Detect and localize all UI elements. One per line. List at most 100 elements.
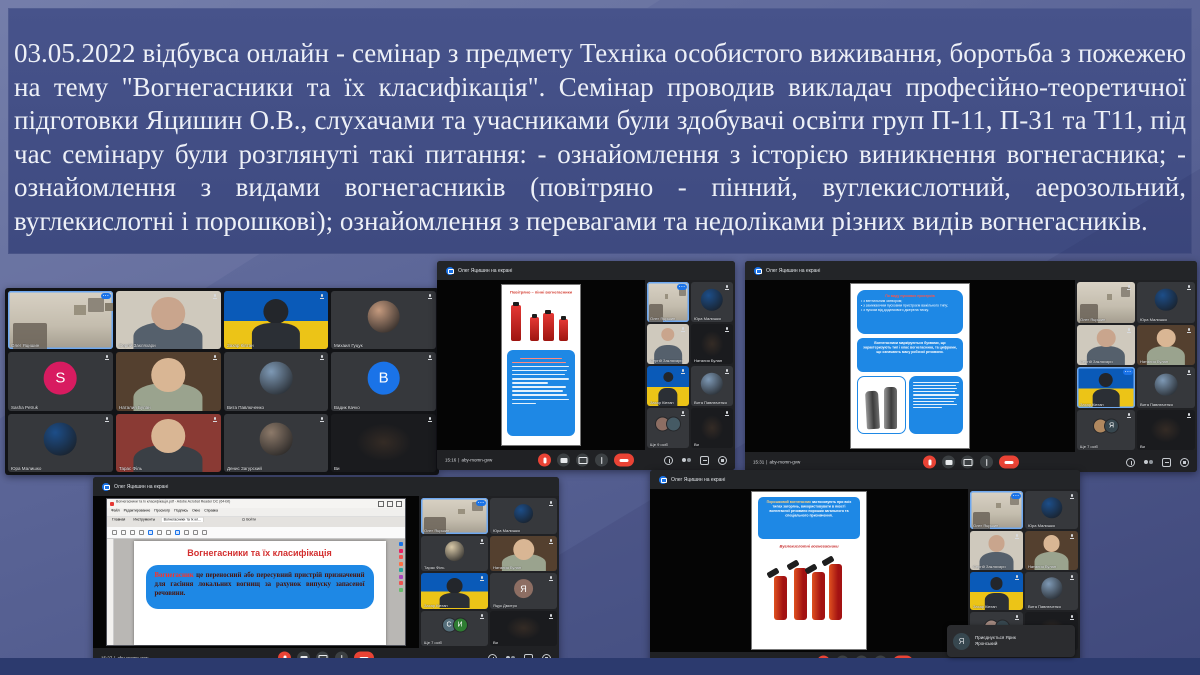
participant-tile[interactable]: Олег Яцишин — [647, 282, 689, 322]
participant-tile[interactable]: Сергій Закляхари — [116, 291, 221, 349]
participant-tile[interactable]: Ви — [331, 414, 436, 472]
menu-view[interactable]: Просмотр — [154, 509, 170, 513]
participant-tile[interactable]: Юра Малишко — [490, 498, 557, 534]
slide-callout-box — [909, 376, 963, 434]
participant-name: Ви — [694, 443, 699, 448]
participant-tile[interactable]: Вита Павлюченко — [1025, 572, 1078, 610]
participant-tile[interactable]: Наталия Булан — [1137, 325, 1195, 366]
participant-tile[interactable]: Ще 9 осіб — [647, 408, 689, 448]
more-options-button[interactable] — [595, 454, 608, 467]
participant-tile[interactable]: Денис Загурский — [224, 414, 329, 472]
mic-muted-icon — [1127, 285, 1131, 290]
acrobat-side-strip[interactable] — [107, 539, 114, 645]
tab-home[interactable]: Главная — [110, 517, 127, 522]
participant-tile[interactable]: Наталия Булан — [490, 536, 557, 572]
participant-tile[interactable]: Олег Яцишин — [970, 491, 1023, 529]
participant-tile[interactable]: Ви — [691, 408, 733, 448]
tab-tools[interactable]: Инструменты — [131, 517, 157, 522]
participant-tile[interactable]: Михаил Гуцук — [331, 291, 436, 349]
participant-name: Юра Малишко — [1140, 317, 1167, 322]
participant-tile[interactable]: Ви — [1137, 410, 1195, 451]
participant-tile[interactable]: BВадик Качко — [331, 352, 436, 410]
screenshare-icon — [659, 476, 667, 484]
participant-name: Сергій Закляхари — [119, 343, 156, 348]
participant-tile[interactable]: Вита Павлюченко — [691, 366, 733, 406]
participant-tile[interactable]: CИЩе 7 осіб — [421, 611, 488, 647]
meet-panel-buttons — [1117, 458, 1189, 467]
participant-tile[interactable]: SSasha Petruk — [8, 352, 113, 410]
participant-tile[interactable]: Юра Малишко — [8, 414, 113, 472]
tab-document[interactable]: Вогнегасники та їх кл... — [161, 517, 203, 522]
participant-tile[interactable]: Юра Малишко — [1025, 491, 1078, 529]
participant-tile[interactable]: Вита Павлюченко — [1137, 367, 1195, 408]
participant-name: Sasha Petruk — [11, 405, 38, 410]
acrobat-tool-panel[interactable] — [399, 542, 403, 592]
menu-sign[interactable]: Подпись — [174, 509, 188, 513]
present-button[interactable] — [961, 456, 974, 469]
mic-button[interactable] — [538, 454, 551, 467]
mic-muted-icon — [320, 294, 324, 299]
mic-muted-icon — [428, 417, 432, 422]
participants-sidebar: Олег Яцишин Юра Малишко Сергій ЗакляхариНа… — [1075, 280, 1197, 452]
participant-tile[interactable]: Сергій Закляхари — [647, 324, 689, 364]
participant-tile[interactable]: Сергій Закляхари — [970, 531, 1023, 569]
menu-file[interactable]: Файл — [111, 509, 120, 513]
participant-name: Олег Яцишин — [11, 343, 39, 348]
participants-grid: Олег Яцишин Сергій Закляхари Захар Ківтан М… — [5, 288, 439, 475]
window-controls[interactable] — [378, 501, 402, 507]
slide-text-box — [507, 350, 575, 436]
participant-tile[interactable]: Наталия Булан — [691, 324, 733, 364]
participant-tile[interactable]: Тарас Філь — [421, 536, 488, 572]
participant-name: Тарас Філь — [119, 466, 142, 471]
participant-name: Ще 7 осіб — [424, 641, 442, 646]
mic-muted-icon — [1070, 494, 1074, 499]
participant-tile[interactable]: Наталия Булан — [1025, 531, 1078, 569]
mic-muted-icon — [681, 327, 685, 332]
mic-muted-icon — [213, 417, 217, 422]
meeting-details-button[interactable] — [664, 456, 673, 465]
people-button[interactable] — [1144, 458, 1153, 467]
participant-tile[interactable]: ЯЩе 7 осіб — [1077, 410, 1135, 451]
meeting-details-button[interactable] — [1126, 458, 1135, 467]
participant-tile[interactable]: Захар Ківтан — [647, 366, 689, 406]
sign-in-button[interactable]: Войти — [242, 518, 256, 522]
participant-name: Захар Ківтан — [424, 603, 448, 608]
participant-tile[interactable]: Олег Яцишин — [421, 498, 488, 534]
menu-help[interactable]: Справка — [204, 509, 218, 513]
participant-tile[interactable]: Захар Ківтан — [1077, 367, 1135, 408]
photo-avatar — [1155, 288, 1178, 311]
mic-muted-icon — [320, 355, 324, 360]
participant-tile[interactable]: Сергій Закляхари — [1077, 325, 1135, 366]
participant-tile[interactable]: Юра Малишко — [1137, 282, 1195, 323]
participant-name: Олег Яцишин — [424, 528, 449, 533]
people-button[interactable] — [682, 456, 691, 465]
participant-name: Захар Ківтан — [227, 343, 254, 348]
participant-tile[interactable]: Тарас Філь — [116, 414, 221, 472]
participant-tile[interactable]: Наталия Булан — [116, 352, 221, 410]
leave-call-button[interactable] — [614, 454, 634, 467]
participant-tile[interactable]: Олег Яцишин — [8, 291, 113, 349]
mic-button[interactable] — [923, 456, 936, 469]
participant-tile[interactable]: Захар Ківтан — [970, 572, 1023, 610]
participant-tile[interactable]: ЯЯцук Дмитро — [490, 573, 557, 609]
chat-button[interactable] — [700, 456, 709, 465]
menu-edit[interactable]: Редактирование — [124, 509, 151, 513]
camera-button[interactable] — [942, 456, 955, 469]
camera-button[interactable] — [557, 454, 570, 467]
co2-extinguishers-image — [752, 554, 866, 632]
chat-button[interactable] — [1162, 458, 1171, 467]
mic-muted-icon — [1127, 413, 1131, 418]
more-options-button[interactable] — [980, 456, 993, 469]
activities-button[interactable] — [718, 456, 727, 465]
participant-tile[interactable]: Ви — [490, 611, 557, 647]
participant-tile[interactable]: Юра Малишко — [691, 282, 733, 322]
leave-call-button[interactable] — [999, 456, 1019, 469]
participant-tile[interactable]: Олег Яцишин — [1077, 282, 1135, 323]
menu-window[interactable]: Окно — [192, 509, 200, 513]
activities-button[interactable] — [1180, 458, 1189, 467]
participant-tile[interactable]: Вита Павлюченко — [224, 352, 329, 410]
participant-tile[interactable]: Захар Ківтан — [421, 573, 488, 609]
participant-tile[interactable]: Захар Ківтан — [224, 291, 329, 349]
acrobat-toolbar[interactable] — [107, 527, 405, 539]
present-button[interactable] — [576, 454, 589, 467]
